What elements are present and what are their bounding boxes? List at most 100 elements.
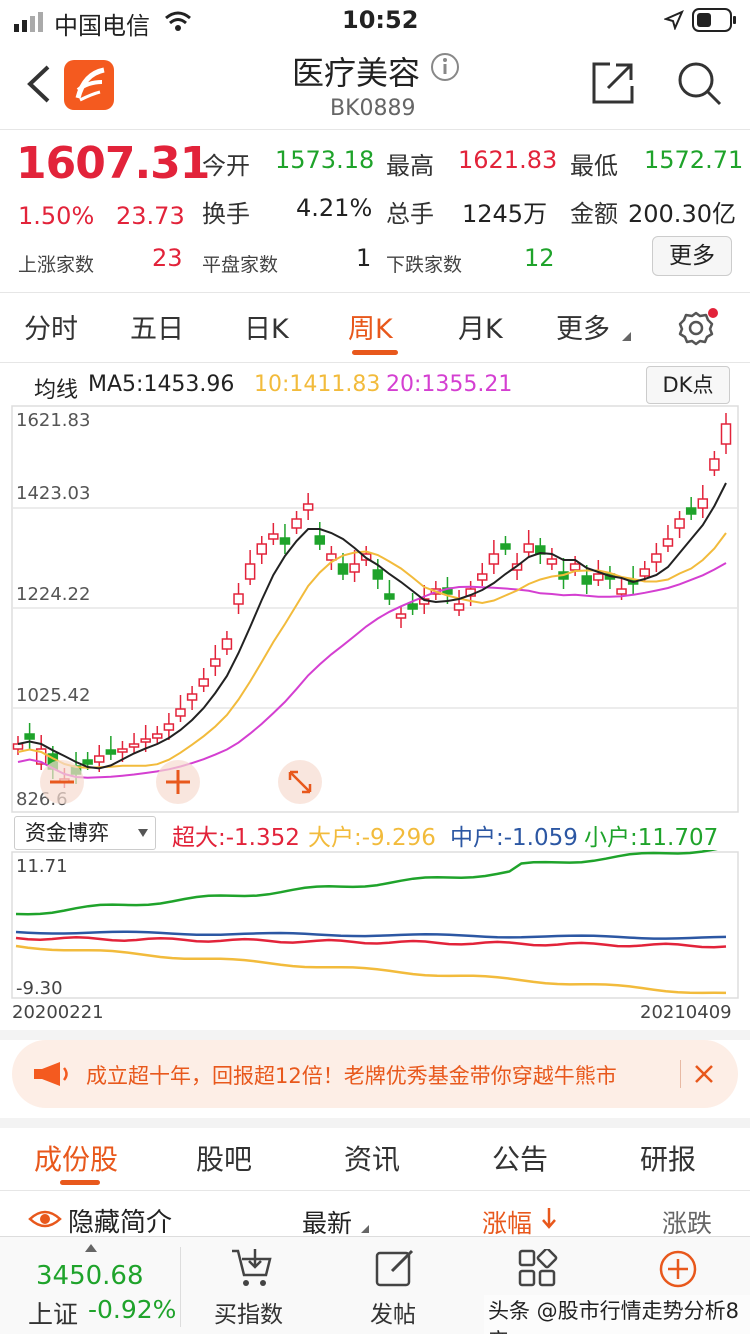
- tab-five-day[interactable]: 五日: [130, 307, 184, 346]
- candle-body: [163, 723, 175, 731]
- ma10-value: 10:1411.83: [254, 372, 381, 397]
- fullscreen-button[interactable]: [278, 760, 322, 804]
- candle-body: [152, 733, 163, 739]
- sort-change[interactable]: 涨跌: [662, 1204, 712, 1240]
- candle-body: [210, 658, 221, 667]
- page-title: 医疗美容: [292, 54, 421, 92]
- carrier-label: 中国电信: [54, 12, 150, 40]
- amount-value: 200.30亿: [628, 200, 736, 228]
- small-value: 小户:11.707: [584, 825, 719, 851]
- volume-label: 总手: [386, 200, 434, 228]
- wifi-icon: [165, 11, 191, 31]
- candle-body: [117, 748, 128, 753]
- candle-body: [140, 738, 151, 743]
- candle-body: [349, 563, 360, 573]
- sort-latest[interactable]: 最新: [302, 1204, 352, 1240]
- candle-body: [685, 507, 697, 515]
- candle-body: [500, 543, 511, 550]
- tab-announcements[interactable]: 公告: [492, 1138, 548, 1178]
- up-count-label: 上涨家数: [18, 254, 95, 276]
- add-watchlist-icon[interactable]: [658, 1249, 698, 1289]
- active-tab-indicator: [352, 350, 398, 355]
- clock: 10:52: [342, 6, 419, 34]
- hide-intro-toggle[interactable]: 隐藏简介: [68, 1202, 172, 1239]
- tab-more[interactable]: 更多: [556, 307, 610, 346]
- share-icon[interactable]: [590, 60, 636, 106]
- low-label: 最低: [570, 152, 618, 180]
- buy-index-button[interactable]: 买指数: [214, 1295, 283, 1329]
- expand-up-icon[interactable]: [84, 1243, 98, 1253]
- x-end-date: 20210409: [640, 1002, 732, 1023]
- index-value[interactable]: 3450.68: [36, 1261, 144, 1291]
- candle-body: [175, 708, 186, 717]
- battery-icon: [692, 8, 736, 32]
- tab-monthly-k[interactable]: 月K: [458, 307, 503, 346]
- open-label: 今开: [202, 152, 250, 180]
- status-bar: 中国电信 10:52: [0, 0, 750, 40]
- eye-icon[interactable]: [28, 1208, 62, 1230]
- fund-flow-selector-label: 资金博弈: [25, 821, 109, 845]
- watermark-text: 头条 @股市行情走势分析8帝: [484, 1295, 750, 1334]
- candle-body: [674, 518, 685, 529]
- megaphone-icon: [34, 1062, 68, 1086]
- candle-body: [198, 678, 209, 687]
- candle-body: [384, 593, 395, 600]
- post-button[interactable]: 发帖: [370, 1295, 416, 1329]
- candle-body: [372, 569, 384, 580]
- ad-divider: [680, 1060, 681, 1088]
- back-icon[interactable]: [24, 64, 54, 104]
- search-icon[interactable]: [676, 60, 722, 106]
- candle-body: [546, 558, 558, 565]
- dk-point-button[interactable]: DK点: [646, 366, 730, 404]
- large-value: 大户:-9.296: [308, 825, 436, 851]
- tab-intraday[interactable]: 分时: [24, 307, 78, 346]
- y-tick-label: 1423.03: [16, 483, 90, 504]
- amount-label: 金额: [570, 200, 618, 228]
- ma-prefix: 均线: [34, 378, 79, 403]
- info-icon[interactable]: [430, 52, 460, 82]
- tab-news[interactable]: 资讯: [344, 1138, 400, 1178]
- candle-body: [291, 518, 302, 529]
- candle-body: [697, 498, 709, 509]
- down-count: 12: [524, 244, 555, 272]
- tab-daily-k[interactable]: 日K: [244, 307, 289, 346]
- candle-body: [233, 593, 244, 605]
- candle-body: [453, 603, 465, 611]
- y-tick-label: 1621.83: [16, 410, 90, 431]
- candle-body: [268, 533, 279, 540]
- divider: [0, 292, 750, 293]
- tab-constituents[interactable]: 成份股: [34, 1138, 118, 1178]
- candle-body: [279, 537, 291, 545]
- turnover-value: 4.21%: [296, 194, 373, 222]
- x-start-date: 20200221: [12, 1002, 104, 1023]
- dropdown-icon: [138, 829, 148, 837]
- tab-research[interactable]: 研报: [640, 1138, 696, 1178]
- zoom-in-button[interactable]: [156, 760, 200, 804]
- y-tick-label: -9.30: [16, 978, 63, 999]
- candle-body: [407, 603, 418, 610]
- candle-body: [24, 733, 35, 740]
- gear-icon[interactable]: [678, 308, 718, 348]
- fund-flow-selector[interactable]: 资金博弈: [14, 816, 156, 850]
- more-quote-button[interactable]: 更多: [652, 236, 732, 276]
- chart-frame: [11, 851, 739, 999]
- sort-change-pct[interactable]: 涨幅: [482, 1204, 532, 1240]
- candle-body: [314, 535, 326, 545]
- signal-icon: [14, 12, 43, 32]
- tab-forum[interactable]: 股吧: [196, 1138, 252, 1178]
- edit-icon[interactable]: [374, 1247, 416, 1289]
- tab-weekly-k[interactable]: 周K: [348, 307, 393, 346]
- zoom-out-button[interactable]: [40, 760, 84, 804]
- cart-icon[interactable]: [230, 1247, 272, 1289]
- grid-icon[interactable]: [518, 1249, 558, 1289]
- candle-body: [221, 638, 233, 650]
- close-icon[interactable]: [694, 1064, 714, 1084]
- high-label: 最高: [386, 152, 434, 180]
- turnover-label: 换手: [202, 200, 250, 228]
- candle-body: [302, 503, 314, 511]
- candle-body: [337, 563, 349, 575]
- candle-body: [616, 588, 627, 595]
- ma20-value: 20:1355.21: [386, 372, 513, 397]
- footer-bar: 3450.68 上证 -0.92% 买指数 发帖 头条 @股市行情走势分析8帝: [0, 1236, 750, 1334]
- ad-banner[interactable]: 成立超十年，回报超12倍！老牌优秀基金带你穿越牛熊市: [12, 1040, 738, 1108]
